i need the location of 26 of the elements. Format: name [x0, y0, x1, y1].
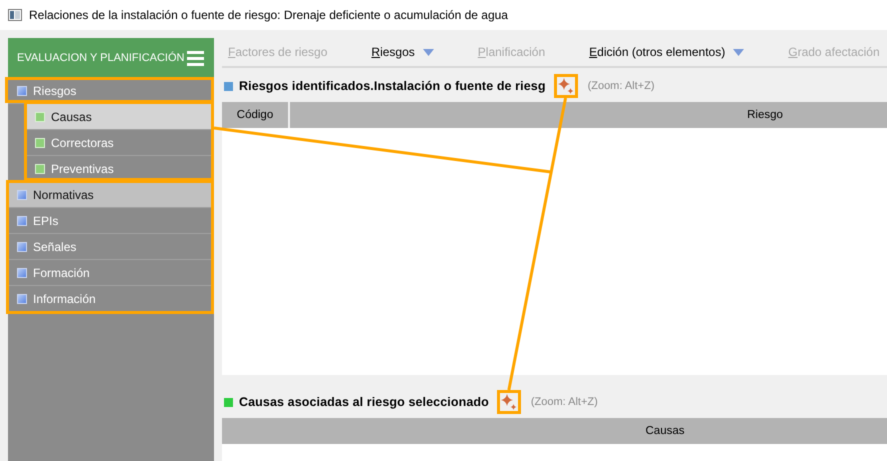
bullet-icon: [35, 164, 45, 174]
bullet-icon: [17, 216, 27, 226]
bullet-icon: [17, 190, 27, 200]
sidebar-title: EVALUACION Y PLANIFICACIÓN: [17, 52, 184, 64]
toolbar-menu[interactable]: Edición (otros elementos): [583, 45, 750, 59]
section-title: Riesgos identificados.Instalación o fuente de riesg: [239, 79, 546, 93]
sidebar-item[interactable]: Causas: [26, 104, 214, 130]
bullet-icon: [17, 242, 27, 252]
bullet-icon: [17, 294, 27, 304]
sidebar-item[interactable]: Normativas: [8, 182, 214, 208]
column-header[interactable]: Riesgo: [290, 102, 887, 128]
zoom-hint: (Zoom: Alt+Z): [588, 80, 654, 92]
bullet-icon: [35, 112, 45, 122]
toolbar-menu[interactable]: Riesgos: [365, 45, 440, 59]
menu-icon[interactable]: [187, 50, 204, 66]
caret-icon: [422, 48, 434, 56]
bullet-icon: [17, 86, 27, 96]
column-header[interactable]: Código: [222, 102, 288, 128]
window-title: Relaciones de la instalación o fuente de riesgo: Drenaje deficiente o acumulación de agua: [29, 8, 508, 22]
window-icon: [8, 9, 22, 21]
column-header[interactable]: Causas: [222, 418, 887, 444]
bullet-icon: [17, 268, 27, 278]
bullet-icon: [35, 138, 45, 148]
section-title: Causas asociadas al riesgo seleccionado: [239, 395, 489, 409]
zoom-hint: (Zoom: Alt+Z): [530, 396, 598, 408]
caret-icon: [733, 48, 744, 56]
